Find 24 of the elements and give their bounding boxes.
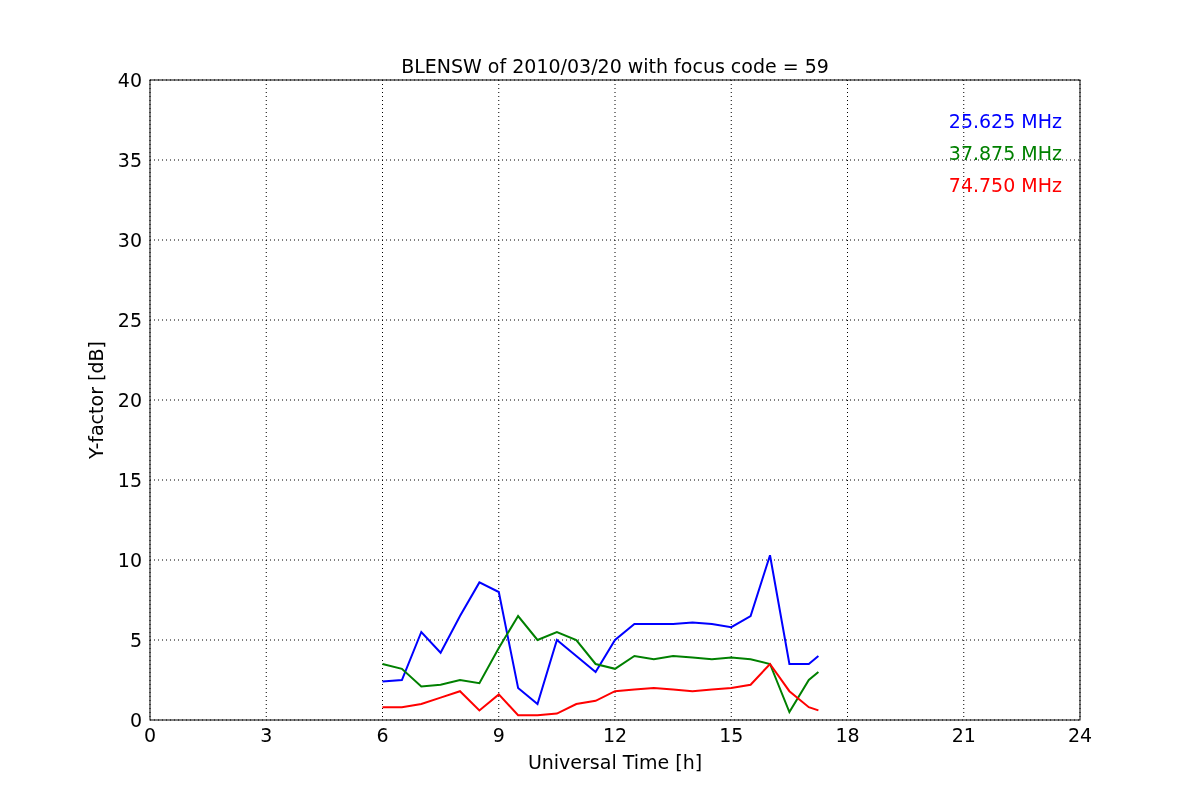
x-tick-label: 0 [143,724,157,746]
x-tick-label: 3 [260,724,273,746]
x-tick-label: 15 [719,724,744,746]
legend-label: 74.750 MHz [948,174,1062,196]
y-tick-label: 10 [117,549,142,571]
y-tick-label: 40 [117,69,142,91]
x-tick-label: 6 [376,724,389,746]
y-tick-label: 15 [117,469,142,491]
chart-title: BLENSW of 2010/03/20 with focus code = 59 [401,55,829,77]
x-tick-label: 24 [1067,724,1093,746]
legend-label: 37.875 MHz [948,142,1062,164]
x-tick-label: 9 [492,724,505,746]
x-axis-label: Universal Time [h] [527,751,703,773]
y-tick-label: 0 [129,709,142,731]
x-tick-label: 18 [835,724,860,746]
y-tick-label: 5 [129,629,142,651]
y-tick-label: 35 [117,149,142,171]
y-tick-label: 30 [117,229,142,251]
y-tick-label: 20 [117,389,142,411]
y-axis-label: Y-factor [dB] [85,341,107,459]
x-tick-label: 12 [602,724,628,746]
y-tick-label: 25 [117,309,142,331]
x-tick-label: 21 [951,724,976,746]
legend-label: 25.625 MHz [948,110,1062,132]
